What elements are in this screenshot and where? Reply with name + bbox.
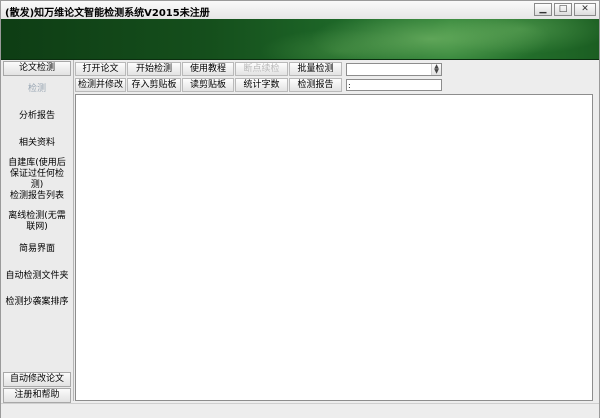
text-field[interactable] [346, 79, 442, 91]
sidebar-item-plagiarism-sort[interactable]: 检测抄袭案排序 [1, 297, 73, 308]
sidebar-item-analysis-report[interactable]: 分析报告 [1, 111, 73, 122]
header-banner [1, 19, 599, 60]
auto-modify-paper-button[interactable]: 自动修改论文 [3, 372, 71, 387]
updown-arrow-icon[interactable]: ▲ ▼ [431, 64, 441, 75]
database-select[interactable]: ▲ ▼ [346, 63, 442, 76]
sidebar-item-auto-check-folder[interactable]: 自动检测文件夹 [1, 271, 73, 282]
window-title: (散发)知万维论文智能检测系统V2015未注册 [5, 8, 210, 19]
sidebar: 论文检测 检测 分析报告 相关资料 自建库(使用后保证过任何检测) 检测报告列表… [1, 60, 74, 403]
tutorial-button[interactable]: 使用教程 [182, 62, 234, 76]
save-clipboard-button[interactable]: 存入剪贴板 [127, 78, 181, 92]
status-bar [1, 403, 599, 418]
title-bar: (散发)知万维论文智能检测系统V2015未注册 ▁ □ ✕ [1, 1, 599, 20]
close-icon: ✕ [581, 4, 589, 14]
check-report-button[interactable]: 检测报告 [289, 78, 342, 92]
register-help-button[interactable]: 注册和帮助 [3, 388, 71, 403]
batch-check-button[interactable]: 批量检测 [289, 62, 342, 76]
check-and-modify-button[interactable]: 检测并修改 [75, 78, 126, 92]
sidebar-item-related-materials[interactable]: 相关资料 [1, 138, 73, 149]
window-controls: ▁ □ ✕ [534, 3, 596, 16]
sidebar-item-simple-mode[interactable]: 简易界面 [1, 244, 73, 255]
close-button[interactable]: ✕ [574, 3, 596, 16]
sidebar-item-offline-check[interactable]: 离线检测(无需联网) [1, 211, 73, 233]
read-clipboard-button[interactable]: 读剪贴板 [182, 78, 234, 92]
sidebar-item-check[interactable]: 检测 [1, 84, 73, 95]
minimize-button[interactable]: ▁ [534, 3, 552, 16]
open-paper-button[interactable]: 打开论文 [75, 62, 126, 76]
maximize-icon: □ [558, 4, 568, 14]
sidebar-item-report-list[interactable]: 检测报告列表 [1, 191, 73, 202]
resume-check-button[interactable]: 断点续检 [235, 62, 288, 76]
maximize-button[interactable]: □ [554, 3, 572, 16]
word-count-button[interactable]: 统计字数 [235, 78, 288, 92]
sidebar-tab-paper-check[interactable]: 论文检测 [3, 61, 71, 76]
app-window: (散发)知万维论文智能检测系统V2015未注册 ▁ □ ✕ 论文检测 检测 分析… [0, 0, 600, 418]
document-area[interactable] [75, 94, 593, 401]
start-check-button[interactable]: 开始检测 [127, 62, 181, 76]
minimize-icon: ▁ [539, 4, 547, 14]
sidebar-item-custom-library[interactable]: 自建库(使用后保证过任何检测) [1, 158, 73, 191]
